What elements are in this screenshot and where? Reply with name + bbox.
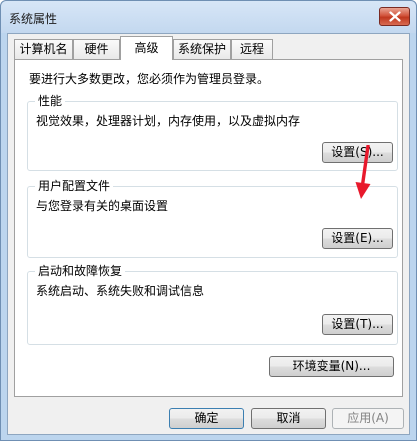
admin-login-note: 要进行大多数更改，您必须作为管理员登录。 [29,72,270,86]
ok-button[interactable]: 确定 [169,408,244,429]
user-profiles-description: 与您登录有关的桌面设置 [36,199,169,213]
environment-variables-button[interactable]: 环境变量(N)... [269,356,394,377]
apply-button[interactable]: 应用(A) [332,408,404,429]
startup-recovery-group-title: 启动和故障恢复 [35,264,126,278]
startup-recovery-group: 启动和故障恢复 系统启动、系统失败和调试信息 设置(T)... [27,264,398,345]
system-properties-window: 系统属性 计算机名 硬件 高级 系统保护 远程 要进行大多数更改，您必须作为管理… [0,0,417,441]
user-profiles-group: 用户配置文件 与您登录有关的桌面设置 设置(E)... [27,179,398,258]
close-button[interactable] [379,7,410,26]
performance-group: 性能 视觉效果，处理器计划，内存使用，以及虚拟内存 设置(S)... [27,94,398,171]
user-profiles-group-title: 用户配置文件 [35,179,114,193]
advanced-tab-panel: 要进行大多数更改，您必须作为管理员登录。 性能 视觉效果，处理器计划，内存使用，… [14,59,403,397]
close-icon [389,11,401,22]
user-profiles-settings-button[interactable]: 设置(E)... [322,228,393,249]
tab-system-protection[interactable]: 系统保护 [173,39,231,59]
title-bar[interactable]: 系统属性 [1,1,416,33]
dialog-client-area: 计算机名 硬件 高级 系统保护 远程 要进行大多数更改，您必须作为管理员登录。 … [7,33,410,435]
startup-recovery-settings-button[interactable]: 设置(T)... [322,314,393,335]
performance-group-title: 性能 [35,94,66,108]
tab-hardware[interactable]: 硬件 [73,39,120,59]
tab-remote[interactable]: 远程 [231,39,273,59]
red-arrow-annotation [355,145,371,199]
cancel-button[interactable]: 取消 [251,408,326,429]
startup-recovery-description: 系统启动、系统失败和调试信息 [36,284,205,298]
tab-advanced[interactable]: 高级 [120,36,173,60]
window-title: 系统属性 [9,12,58,26]
performance-description: 视觉效果，处理器计划，内存使用，以及虚拟内存 [36,114,301,128]
tab-computer-name[interactable]: 计算机名 [14,39,73,59]
